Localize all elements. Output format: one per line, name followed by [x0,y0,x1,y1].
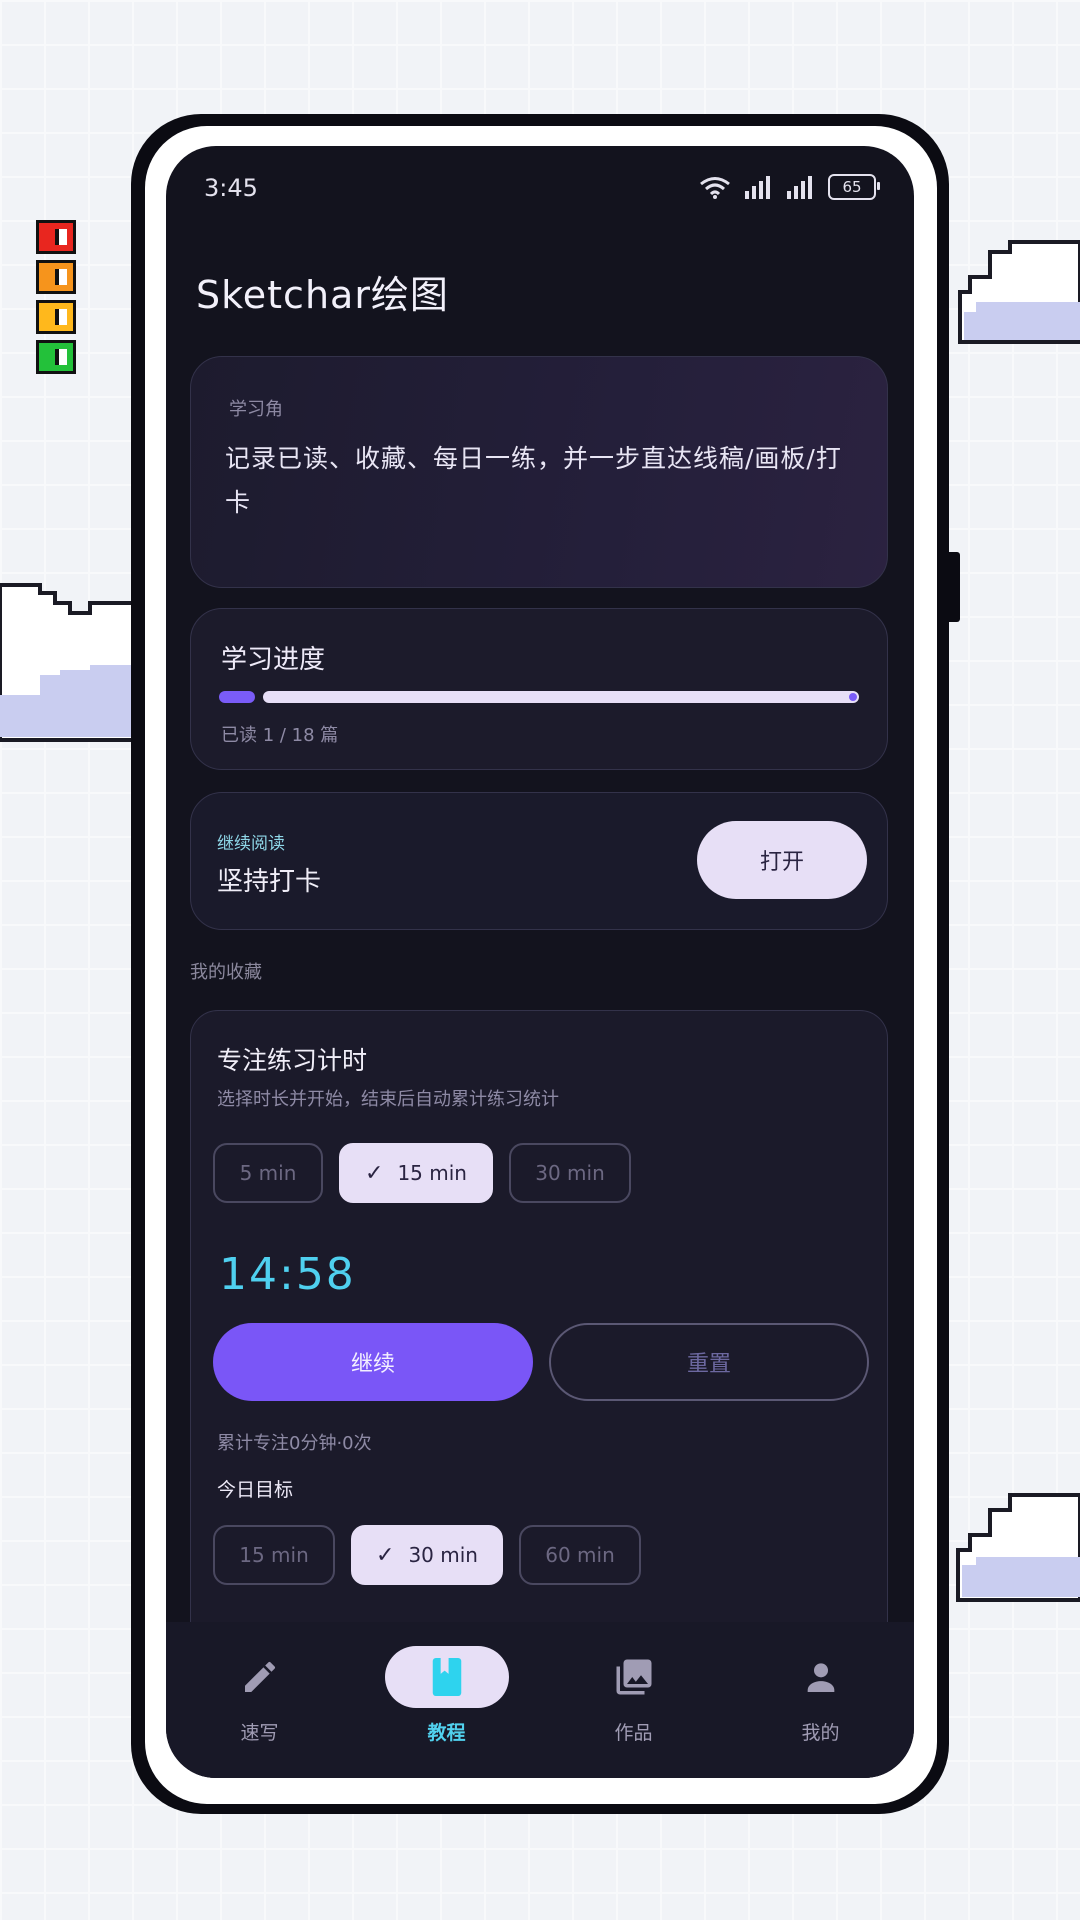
timer-title: 专注练习计时 [217,1046,368,1075]
progress-card: 学习进度 已读 1 / 18 篇 [190,608,888,770]
chip-label: 30 min [535,1161,605,1185]
duration-chip-5[interactable]: 5 min [213,1143,323,1203]
duration-chip-30[interactable]: 30 min [509,1143,631,1203]
daily-goal-label: 今日目标 [217,1479,294,1501]
phone-side-button [946,552,960,622]
reset-button[interactable]: 重置 [549,1323,869,1401]
progress-count: 已读 1 / 18 篇 [221,725,339,746]
nav-label: 我的 [801,1722,840,1744]
total-focus-text: 累计专注0分钟·0次 [217,1433,372,1454]
nav-label: 作品 [614,1722,653,1744]
cloud-decoration [950,222,1080,352]
book-icon [384,1646,509,1708]
status-icons: 65 [698,174,880,200]
progress-remaining [263,691,859,703]
battery-icon: 65 [828,174,880,200]
app-title: Sketchar绘图 [196,273,449,317]
traffic-light-decoration [36,220,80,380]
duration-chip-15[interactable]: ✓ 15 min [339,1143,493,1203]
open-button[interactable]: 打开 [697,821,867,899]
hero-kicker: 学习角 [229,399,283,420]
nav-item-works[interactable]: 作品 [554,1622,714,1745]
bottom-navigation: 速写 教程 作品 我的 [166,1622,914,1778]
signal-icon [787,176,812,199]
cloud-decoration [946,1455,1080,1605]
study-corner-card[interactable]: 学习角 记录已读、收藏、每日一练，并一步直达线稿/画板/打卡 [190,356,888,588]
yellow-light [36,300,76,334]
chip-label: 5 min [239,1161,297,1185]
continue-title: 坚持打卡 [217,867,322,897]
orange-light [36,260,76,294]
red-light [36,220,76,254]
chip-label: 30 min [408,1543,478,1567]
app-screen: 3:45 65 Sketchar绘图 学习角 记录已读、收藏、每日一练，并一步直… [166,146,914,1778]
chip-label: 60 min [545,1543,615,1567]
nav-label: 教程 [427,1722,466,1744]
goal-chip-15[interactable]: 15 min [213,1525,335,1585]
cloud-decoration [0,575,135,745]
check-icon: ✓ [376,1542,395,1568]
continue-reading-card[interactable]: 继续阅读 坚持打卡 打开 [190,792,888,930]
goal-chip-30[interactable]: ✓ 30 min [351,1525,503,1585]
nav-label: 速写 [240,1722,279,1744]
check-icon: ✓ [365,1160,384,1186]
signal-icon [745,176,770,199]
hero-description: 记录已读、收藏、每日一练，并一步直达线稿/画板/打卡 [225,444,842,517]
nav-item-sketch[interactable]: 速写 [180,1622,340,1745]
progress-fill [219,691,255,703]
nav-item-tutorial[interactable]: 教程 [367,1622,527,1745]
progress-end-dot [849,693,857,701]
timer-display: 14:58 [219,1249,356,1300]
progress-bar [219,691,859,703]
nav-item-profile[interactable]: 我的 [741,1622,901,1745]
timer-actions: 继续 重置 [213,1323,869,1401]
timer-subtitle: 选择时长并开始，结束后自动累计练习统计 [217,1089,559,1110]
pencil-icon [198,1646,322,1708]
continue-button[interactable]: 继续 [213,1323,533,1401]
status-bar: 3:45 65 [166,146,914,236]
wifi-icon [700,177,730,199]
duration-chips: 5 min ✓ 15 min 30 min [213,1143,631,1203]
favorites-section-label: 我的收藏 [190,962,262,983]
chip-label: 15 min [239,1543,309,1567]
gallery-icon [572,1646,696,1708]
goal-chips: 15 min ✓ 30 min 60 min [213,1525,641,1585]
goal-chip-60[interactable]: 60 min [519,1525,641,1585]
green-light [36,340,76,374]
person-icon [759,1646,883,1708]
continue-kicker: 继续阅读 [217,834,285,854]
status-time: 3:45 [204,174,258,202]
chip-label: 15 min [397,1161,467,1185]
progress-title: 学习进度 [221,645,326,675]
